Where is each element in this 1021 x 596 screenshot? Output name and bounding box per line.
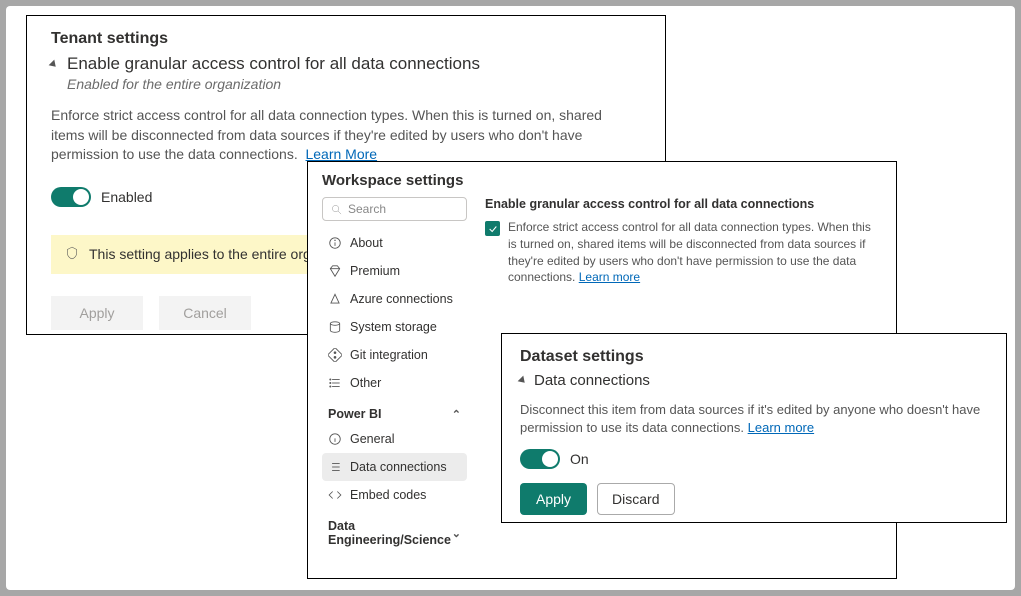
list-icon [328,376,342,390]
tenant-setting-name: Enable granular access control for all d… [67,54,480,74]
storage-icon [328,320,342,334]
sidebar-item-about[interactable]: About [322,229,467,257]
dataset-learn-more-link[interactable]: Learn more [748,420,814,435]
tenant-title: Tenant settings [51,30,641,48]
workspace-search-input[interactable]: Search [322,197,467,221]
dataset-apply-button[interactable]: Apply [520,483,587,515]
dataset-toggle-label: On [570,451,589,467]
dataset-subtitle: Data connections [534,372,650,389]
sidebar-group-data-engineering[interactable]: Data Engineering/Science ⌄ [322,509,467,551]
info-icon [328,236,342,250]
azure-icon [328,292,342,306]
tenant-status-text: Enabled for the entire organization [67,76,641,92]
workspace-title: Workspace settings [322,172,882,189]
dataset-discard-button[interactable]: Discard [597,483,674,515]
sidebar-group-powerbi[interactable]: Power BI ⌃ [322,397,467,425]
tenant-toggle-label: Enabled [101,189,152,205]
tenant-cancel-button[interactable]: Cancel [159,296,251,330]
tenant-apply-button[interactable]: Apply [51,296,143,330]
workspace-heading: Enable granular access control for all d… [485,197,882,211]
code-icon [328,488,342,502]
info-icon [328,432,342,446]
search-icon [331,204,342,215]
dataset-on-toggle[interactable] [520,449,560,469]
dataset-description: Disconnect this item from data sources i… [520,401,988,437]
sidebar-item-storage[interactable]: System storage [322,313,467,341]
workspace-enable-checkbox[interactable] [485,221,500,236]
sidebar-item-other[interactable]: Other [322,369,467,397]
sidebar-item-embed-codes[interactable]: Embed codes [322,481,467,509]
diamond-icon [328,264,342,278]
chevron-up-icon: ⌃ [452,408,461,421]
dataset-settings-panel: Dataset settings Data connections Discon… [501,333,1007,523]
list-icon [328,460,342,474]
git-icon [328,348,342,362]
sidebar-item-git[interactable]: Git integration [322,341,467,369]
tenant-enabled-toggle[interactable] [51,187,91,207]
collapse-caret-icon[interactable] [518,376,528,386]
tenant-learn-more-link[interactable]: Learn More [305,146,377,162]
workspace-sidebar: Search About Premium Azure connections S… [322,197,467,551]
sidebar-item-data-connections[interactable]: Data connections [322,453,467,481]
sidebar-item-azure[interactable]: Azure connections [322,285,467,313]
sidebar-item-general[interactable]: General [322,425,467,453]
search-placeholder: Search [348,202,386,216]
collapse-caret-icon[interactable] [49,60,59,70]
sidebar-item-premium[interactable]: Premium [322,257,467,285]
workspace-learn-more-link[interactable]: Learn more [579,270,640,284]
tenant-description: Enforce strict access control for all da… [51,106,631,165]
workspace-description: Enforce strict access control for all da… [508,219,882,286]
shield-icon [65,245,79,264]
chevron-down-icon: ⌄ [452,527,461,540]
check-icon [488,224,498,234]
dataset-title: Dataset settings [520,348,988,366]
